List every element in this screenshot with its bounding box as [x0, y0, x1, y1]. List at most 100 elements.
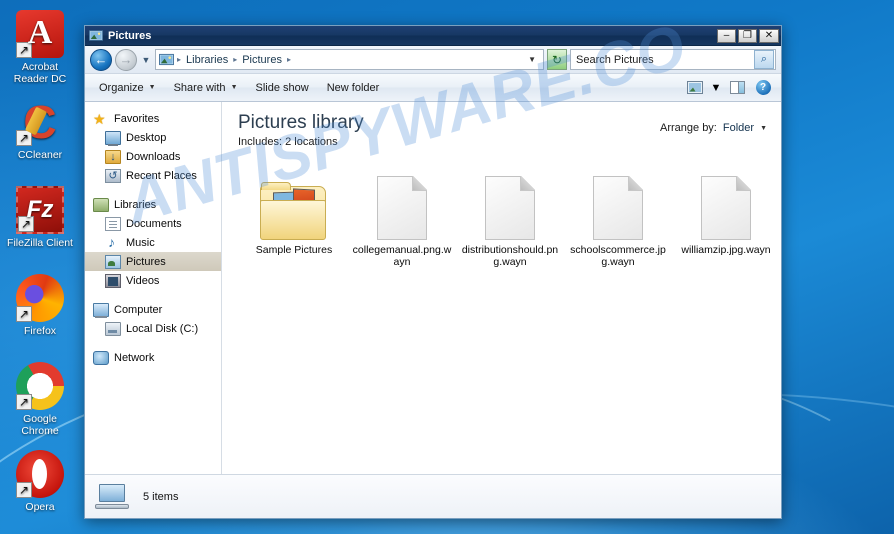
sidebar-item-music[interactable]: Music	[85, 233, 221, 252]
file-list[interactable]: Sample Pictures collegemanual.png.wayn d…	[222, 148, 781, 474]
nav-group-favorites: Favorites Desktop Downloads Recent Place…	[85, 109, 221, 185]
libraries-icon	[93, 197, 109, 212]
sidebar-item-favorites[interactable]: Favorites	[85, 109, 221, 128]
window-title: Pictures	[108, 29, 152, 42]
breadcrumb-item-libraries[interactable]: Libraries	[184, 54, 230, 66]
ccleaner-icon	[16, 98, 64, 146]
sidebar-item-documents[interactable]: Documents	[85, 214, 221, 233]
chrome-icon	[16, 362, 64, 410]
file-item-label: williamzip.jpg.wayn	[681, 244, 771, 256]
maximize-button[interactable]: ❐	[738, 28, 757, 43]
file-item-schoolscommerce[interactable]: schoolscommerce.jpg.wayn	[564, 162, 672, 268]
search-icon[interactable]: ⌕	[754, 50, 774, 69]
file-item-williamzip[interactable]: williamzip.jpg.wayn	[672, 162, 780, 268]
view-options-icon[interactable]	[683, 77, 707, 98]
back-button[interactable]: ←	[90, 48, 112, 71]
search-input[interactable]: Search Pictures ⌕	[570, 49, 776, 70]
file-item-label: Sample Pictures	[255, 244, 333, 256]
breadcrumb-separator-icon: ▸	[177, 55, 182, 64]
sidebar-item-pictures[interactable]: Pictures	[85, 252, 221, 271]
sidebar-item-videos[interactable]: Videos	[85, 271, 221, 290]
sidebar-item-label: Documents	[126, 217, 182, 230]
file-item-label: schoolscommerce.jpg.wayn	[570, 244, 666, 268]
organize-button[interactable]: Organize ▼	[91, 77, 164, 98]
network-icon	[93, 350, 109, 365]
pictures-library-icon	[159, 53, 174, 66]
sidebar-item-desktop[interactable]: Desktop	[85, 128, 221, 147]
nav-group-network: Network	[85, 348, 221, 367]
slide-show-button[interactable]: Slide show	[248, 77, 317, 98]
desktop-icon-filezilla-client[interactable]: FileZilla Client	[4, 182, 76, 270]
new-folder-button[interactable]: New folder	[319, 77, 388, 98]
organize-label: Organize	[99, 81, 144, 94]
sidebar-item-recent-places[interactable]: Recent Places	[85, 166, 221, 185]
opera-icon	[16, 450, 64, 498]
file-item-label: distributionshould.png.wayn	[461, 244, 559, 268]
recent-pages-caret-icon[interactable]: ▼	[140, 55, 152, 65]
shortcut-badge-icon	[16, 42, 32, 58]
view-options-caret-icon[interactable]: ▼	[709, 77, 723, 98]
desktop-icon-label: Google Chrome	[21, 413, 59, 437]
address-dropdown-icon[interactable]: ▼	[528, 55, 540, 64]
desktop-icon-opera[interactable]: Opera	[4, 446, 76, 534]
desktop-icon	[105, 130, 121, 146]
recent-places-icon	[105, 168, 121, 183]
help-icon[interactable]: ?	[751, 77, 775, 98]
search-input-value: Search Pictures	[576, 53, 654, 66]
arrange-by-label: Arrange by:	[660, 122, 717, 134]
sidebar-item-label: Music	[126, 236, 155, 249]
file-item-sample-pictures[interactable]: Sample Pictures	[240, 162, 348, 268]
breadcrumb-separator-icon: ▸	[286, 55, 291, 64]
sidebar-item-label: Libraries	[114, 198, 157, 211]
star-icon	[93, 111, 109, 128]
desktop-icon-acrobat-reader-dc[interactable]: Acrobat Reader DC	[4, 6, 76, 94]
shortcut-badge-icon	[16, 482, 32, 498]
status-text: 5 items	[143, 490, 179, 503]
sidebar-item-computer[interactable]: Computer	[85, 300, 221, 319]
desktop-icon-label: CCleaner	[17, 149, 63, 161]
command-bar: Organize ▼ Share with ▼ Slide show New f…	[85, 74, 781, 102]
desktop-icon-label: Opera	[25, 501, 55, 513]
chevron-down-icon: ▼	[148, 84, 156, 91]
downloads-icon	[105, 149, 121, 164]
forward-button[interactable]: →	[115, 48, 137, 71]
desktop-icon-label: Firefox	[23, 325, 57, 337]
file-item-collegemanual[interactable]: collegemanual.png.wayn	[348, 162, 456, 268]
window-controls: – ❐ ✕	[717, 28, 779, 43]
chevron-down-icon: ▼	[230, 84, 238, 91]
share-with-label: Share with	[173, 81, 226, 94]
breadcrumb-item-pictures[interactable]: Pictures	[240, 54, 284, 66]
firefox-icon	[16, 274, 64, 322]
sidebar-item-label: Desktop	[126, 131, 167, 144]
generic-file-icon	[564, 162, 672, 240]
music-icon	[105, 234, 121, 250]
breadcrumb[interactable]: ▸ Libraries ▸ Pictures ▸ ▼	[155, 49, 544, 70]
window-titlebar[interactable]: Pictures – ❐ ✕	[85, 26, 781, 46]
sidebar-item-label: Downloads	[126, 150, 181, 163]
desktop-icon-firefox[interactable]: Firefox	[4, 270, 76, 358]
filezilla-icon	[16, 186, 64, 234]
sidebar-item-label: Local Disk (C:)	[126, 322, 199, 335]
desktop-icon-ccleaner[interactable]: CCleaner	[4, 94, 76, 182]
help-glyph: ?	[755, 80, 771, 95]
file-item-distributionshould[interactable]: distributionshould.png.wayn	[456, 162, 564, 268]
chevron-down-icon: ▼	[760, 124, 767, 132]
generic-file-icon	[456, 162, 564, 240]
sidebar-item-libraries[interactable]: Libraries	[85, 195, 221, 214]
sidebar-item-local-disk-c[interactable]: Local Disk (C:)	[85, 319, 221, 338]
arrange-by-control[interactable]: Arrange by: Folder ▼	[660, 112, 767, 134]
share-with-button[interactable]: Share with ▼	[166, 77, 246, 98]
refresh-button[interactable]: ↻	[547, 49, 567, 70]
chevron-down-icon: ▼	[710, 81, 722, 94]
nav-group-libraries: Libraries Documents Music Pictures Video…	[85, 195, 221, 290]
sidebar-item-downloads[interactable]: Downloads	[85, 147, 221, 166]
close-button[interactable]: ✕	[759, 28, 779, 43]
library-header: Pictures library Includes: 2 locations A…	[222, 102, 781, 148]
sidebar-item-network[interactable]: Network	[85, 348, 221, 367]
preview-pane-icon[interactable]	[725, 77, 749, 98]
arrange-by-value: Folder	[722, 122, 755, 134]
sidebar-item-label: Favorites	[114, 112, 160, 125]
minimize-button[interactable]: –	[717, 28, 736, 43]
desktop-icon-google-chrome[interactable]: Google Chrome	[4, 358, 76, 446]
documents-icon	[105, 216, 121, 231]
